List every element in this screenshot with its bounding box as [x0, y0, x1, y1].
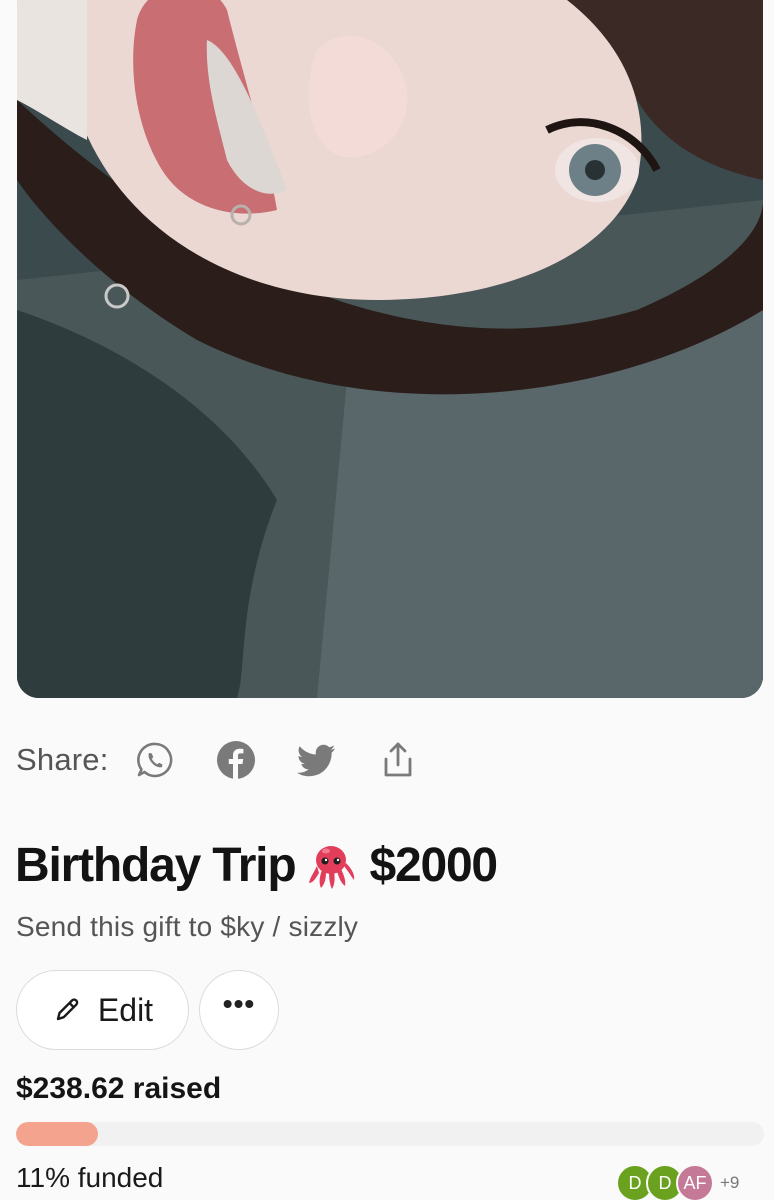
funding-progress-fill: [16, 1122, 99, 1146]
gift-subtitle: Send this gift to $ky / sizzly: [16, 911, 359, 942]
pencil-icon: [52, 995, 82, 1025]
facebook-icon[interactable]: [216, 740, 256, 780]
gift-goal: $2000: [369, 839, 498, 892]
percent-funded: 11% funded: [16, 1162, 164, 1193]
share-upload-icon[interactable]: [378, 740, 418, 780]
share-row: Share:: [16, 736, 459, 784]
contributor-avatars[interactable]: D D AF +9: [616, 1164, 739, 1200]
avatar: AF: [676, 1164, 714, 1200]
edit-button-label: Edit: [97, 991, 154, 1028]
photo-image: [17, 0, 763, 698]
funding-progress-bar: [16, 1122, 764, 1146]
whatsapp-icon[interactable]: [135, 740, 175, 780]
gift-title-text: Birthday Trip: [15, 839, 297, 892]
twitter-icon[interactable]: [296, 740, 337, 780]
amount-raised: $238.62 raised: [16, 1072, 222, 1105]
more-contributors-count: +9: [720, 1173, 740, 1192]
octopus-emoji-icon: [305, 840, 357, 892]
gift-title: Birthday Trip $2000: [15, 838, 498, 893]
gift-photo: [17, 0, 763, 698]
edit-button[interactable]: Edit: [16, 970, 189, 1050]
share-label: Share:: [16, 742, 109, 777]
more-dots-icon: •••: [222, 988, 256, 1019]
more-options-button[interactable]: •••: [199, 970, 279, 1050]
